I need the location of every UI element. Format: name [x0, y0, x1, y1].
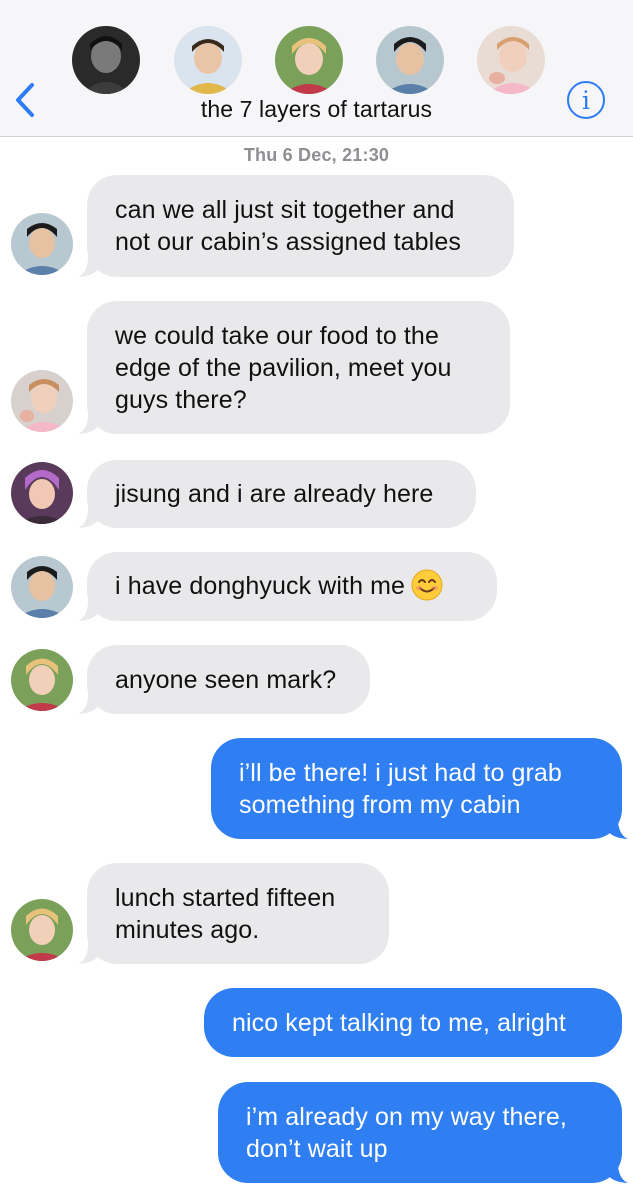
message-text: something from my cabin [239, 790, 521, 819]
sender-avatar[interactable] [11, 556, 73, 618]
group-member-avatar[interactable] [275, 26, 343, 94]
sender-avatar[interactable] [11, 370, 73, 432]
message-text: i’ll be there! i just had to grab [239, 758, 562, 787]
message-text: minutes ago. [115, 915, 260, 944]
message-text: not our cabin’s assigned tables [115, 228, 461, 256]
message-text: anyone seen mark? [115, 665, 337, 694]
incoming-message-bubble[interactable]: lunch started fifteen minutes ago. [87, 863, 389, 964]
sender-avatar[interactable] [11, 213, 73, 275]
group-member-avatar[interactable] [477, 26, 545, 94]
group-member-avatar[interactable] [376, 26, 444, 94]
message-text: can we all just sit together and [115, 196, 455, 224]
incoming-message-bubble[interactable]: we could take our food to the edge of th… [87, 301, 510, 434]
message-text: edge of the pavilion, meet you [115, 353, 452, 382]
message-text: we could take our food to the [115, 321, 439, 350]
incoming-message-bubble[interactable]: can we all just sit together and not our… [87, 175, 514, 277]
message-text: i’m already on my way there, [246, 1102, 567, 1131]
sender-avatar[interactable] [11, 649, 73, 711]
incoming-message-bubble[interactable]: jisung and i are already here [87, 460, 476, 528]
message-text: i have donghyuck with me [115, 571, 406, 600]
group-member-avatar[interactable] [72, 26, 140, 94]
conversation-header: the 7 layers of tartarus i [0, 0, 633, 137]
incoming-message-bubble[interactable]: anyone seen mark? [87, 645, 370, 714]
timestamp-time: 21:30 [342, 145, 390, 165]
message-text: nico kept talking to me, alright [232, 1008, 566, 1037]
message-text: guys there? [115, 385, 247, 414]
outgoing-message-bubble[interactable]: i’m already on my way there, don’t wait … [218, 1082, 622, 1183]
timestamp-day: Thu 6 Dec, [243, 145, 337, 165]
message-text: jisung and i are already here [115, 480, 434, 508]
sender-avatar[interactable] [11, 462, 73, 524]
incoming-message-bubble[interactable]: i have donghyuck with me [87, 552, 497, 621]
smiling-face-emoji-icon [411, 569, 443, 601]
sender-avatar[interactable] [11, 899, 73, 961]
message-text-row: i have donghyuck with me [115, 569, 469, 603]
group-member-avatar[interactable] [174, 26, 242, 94]
message-text: don’t wait up [246, 1134, 388, 1163]
message-timestamp: Thu 6 Dec, 21:30 [0, 145, 633, 166]
conversation-title[interactable]: the 7 layers of tartarus [0, 96, 633, 123]
info-button[interactable]: i [567, 81, 605, 119]
outgoing-message-bubble[interactable]: i’ll be there! i just had to grab someth… [211, 738, 622, 839]
message-text: lunch started fifteen [115, 883, 336, 912]
info-icon: i [582, 85, 590, 115]
outgoing-message-bubble[interactable]: nico kept talking to me, alright [204, 988, 622, 1057]
